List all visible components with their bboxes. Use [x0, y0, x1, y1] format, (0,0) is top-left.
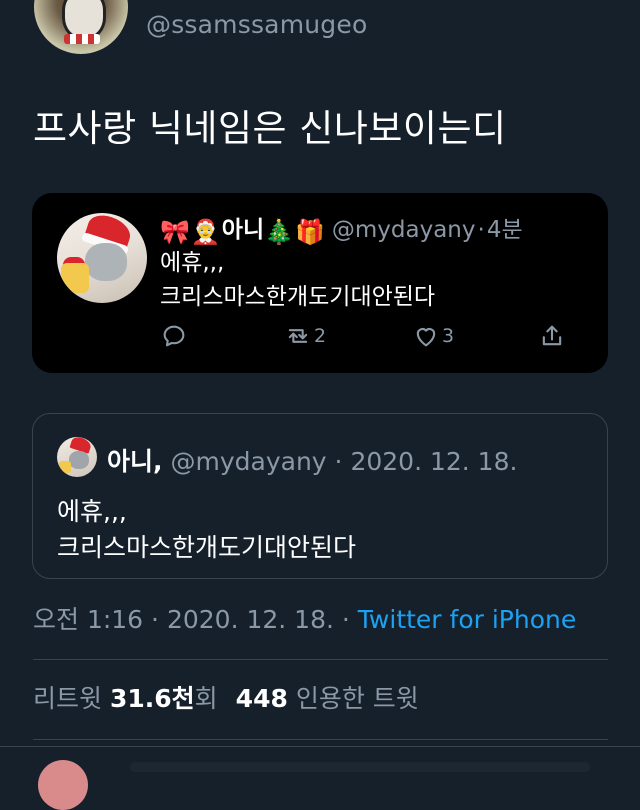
- reply-avatar[interactable]: [38, 760, 88, 810]
- avatar-scarf: [64, 34, 100, 44]
- quoted-line-1: 에휴,,,: [57, 497, 127, 526]
- quote-count: 448: [235, 684, 288, 713]
- embedded-line-1: 에휴,,,: [160, 250, 225, 276]
- quoted-handle: @mydayany: [170, 447, 327, 476]
- retweet-suffix: 회: [194, 684, 218, 713]
- tweet-stats: 리트윗 31.6천회 448 인용한 트윗: [33, 679, 419, 715]
- embedded-share: [538, 321, 566, 351]
- quoted-separator: ·: [334, 447, 343, 476]
- mini-figure: [59, 461, 71, 473]
- divider: [33, 659, 608, 660]
- mini-figure: [61, 263, 89, 293]
- heart-icon: [416, 328, 436, 347]
- tweet-meta: 오전 1:16 · 2020. 12. 18. · Twitter for iP…: [33, 600, 576, 636]
- quoted-line-2: 크리스마스한개도기대안된다: [57, 533, 357, 562]
- share-icon: [542, 325, 562, 346]
- meta-separator: ·: [151, 605, 159, 634]
- ribbon-emoji: 🎀: [160, 218, 190, 246]
- embedded-retweet: 2: [284, 321, 326, 351]
- quoted-date: 2020. 12. 18.: [350, 447, 518, 476]
- tweet-media-image[interactable]: 🎀🤶아니🎄🎁 @mydayany·4분 에휴,,, 크리스마스한개도기대안된다 2…: [32, 193, 608, 373]
- quotes-stat[interactable]: 448 인용한 트윗: [236, 684, 419, 713]
- embedded-retweet-count: 2: [314, 325, 327, 347]
- embedded-action-bar: 2 3: [160, 321, 580, 351]
- embedded-header: 🎀🤶아니🎄🎁 @mydayany·4분: [160, 210, 523, 246]
- cat-figure: [85, 243, 127, 281]
- divider: [33, 739, 608, 740]
- quote-label: 인용한 트윗: [295, 684, 419, 713]
- quoted-avatar: [57, 437, 97, 477]
- mrs-claus-emoji: 🤶: [190, 218, 221, 246]
- christmas-tree-emoji: 🎄: [264, 218, 294, 246]
- embedded-like-count: 3: [442, 325, 455, 347]
- divider-full: [0, 746, 640, 747]
- quoted-tweet[interactable]: 아니, @mydayany · 2020. 12. 18. 에휴,,, 크리스마스…: [32, 413, 608, 579]
- embedded-reply: [160, 321, 188, 351]
- embedded-like: 3: [412, 321, 454, 351]
- reply-composer[interactable]: [130, 762, 590, 772]
- quoted-display-name: 아니,: [107, 447, 163, 476]
- tweet-time: 오전 1:16: [33, 605, 144, 634]
- retweet-count: 31.6천: [109, 684, 195, 713]
- tweet-text: 프사랑 닉네임은 신나보이는디: [33, 107, 507, 150]
- tweet-date: 2020. 12. 18.: [166, 605, 334, 634]
- retweet-label: 리트윗: [33, 684, 103, 713]
- embedded-time: 4분: [486, 217, 523, 243]
- author-avatar[interactable]: [34, 0, 128, 54]
- cat-figure: [69, 451, 89, 469]
- embedded-avatar: [57, 213, 147, 303]
- retweets-stat[interactable]: 리트윗 31.6천회: [33, 684, 218, 713]
- retweet-icon: [288, 329, 308, 343]
- embedded-display-name: 아니: [221, 217, 265, 243]
- embedded-line-2: 크리스마스한개도기대안된다: [160, 284, 436, 310]
- gift-emoji: 🎁: [295, 218, 325, 246]
- tweet-source-link[interactable]: Twitter for iPhone: [358, 605, 576, 634]
- meta-separator: ·: [341, 605, 350, 634]
- author-handle[interactable]: @ssamssamugeo: [146, 10, 367, 39]
- quoted-header: 아니, @mydayany · 2020. 12. 18.: [107, 442, 517, 478]
- embedded-handle: @mydayany: [331, 217, 476, 243]
- reply-icon: [163, 325, 185, 347]
- embedded-separator: ·: [477, 217, 485, 243]
